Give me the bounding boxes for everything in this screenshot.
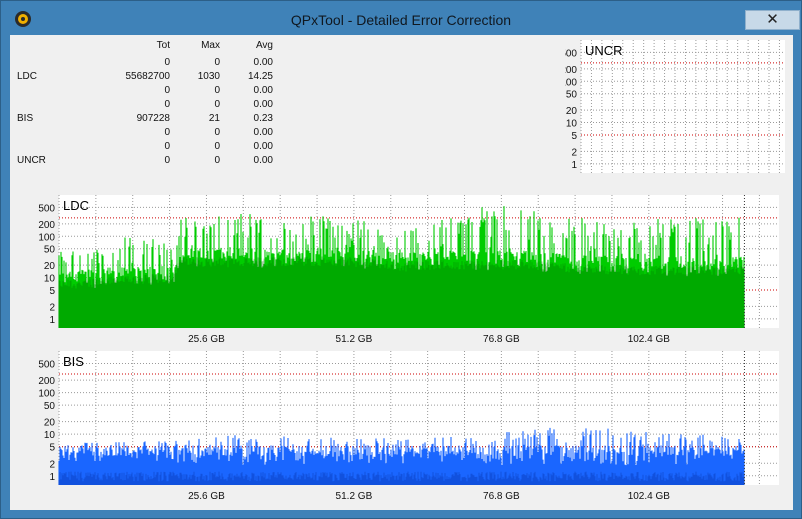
y-tick-label: 50 [566,90,578,101]
stats-cell-tot: 0 [164,141,170,152]
stats-table: Tot Max Avg 0 0 0.00 LDC 55682700 1030 14.25 0 0… [15,35,275,175]
y-tick-label: 2 [571,147,577,158]
y-tick-label: 500 [38,203,55,214]
stats-cell-avg: 0.00 [253,99,273,110]
stats-cell-avg: 14.25 [247,71,273,82]
stats-header-row: Tot Max Avg [15,40,275,53]
uncr-chart-svg: 500 200100 50 20 105 2 1 25.6 GB 51.2 GB 76.8 GB1… [565,40,785,180]
stats-cell-avg: 0.00 [253,141,273,152]
stats-row: 0 0 0.00 [15,99,275,112]
header-max: Max [201,40,220,51]
stats-cell-avg: 0.00 [253,85,273,96]
x-tick-label: 51.2 GB [646,179,683,180]
x-tick-label: 76.8 GB [483,334,520,345]
y-tick-label: 100 [38,232,55,243]
stats-row: 0 0 0.00 [15,127,275,140]
stats-cell-max: 0 [214,141,220,152]
y-tick-label: 1 [49,315,55,326]
y-tick-label: 5 [571,131,577,142]
y-tick-label: 2 [49,302,55,313]
stats-cell-max: 0 [214,57,220,68]
chart-title: BIS [63,354,84,369]
y-tick-label: 20 [44,418,56,429]
stats-cell-avg: 0.00 [253,155,273,166]
stats-cell-tot: 0 [164,127,170,138]
y-tick-label: 1 [49,472,55,483]
bis-chart: 500 200 100 50 20 10 5 2 1 25.6 GB 51.2 GB 76.8 GB 1… [16,349,779,505]
y-tick-label: 50 [44,401,56,412]
x-tick-label: 102.4 GB [628,491,671,502]
bis-chart-svg: 500 200 10050 2010 5 2 1 25.6 GB 51.2 GB 76.8 GB 1… [38,351,779,502]
y-tick-label: 100 [38,389,55,400]
title-bar[interactable]: QPxTool - Detailed Error Correction ✕ [1,1,801,35]
y-tick-label: 50 [44,245,56,256]
stats-row: 0 0 0.00 [15,57,275,70]
y-tick-label: 200 [565,65,577,76]
stats-row: 0 0 0.00 [15,141,275,154]
chart-title: UNCR [585,43,623,58]
y-tick-label: 10 [44,430,56,441]
y-tick-label: 200 [38,376,55,387]
stats-row: UNCR 0 0 0.00 [15,155,275,168]
stats-cell-label: UNCR [17,155,46,166]
y-tick-label: 10 [44,274,56,285]
stats-cell-max: 1030 [197,71,220,82]
x-tick-label: 51.2 GB [336,491,373,502]
y-tick-label: 1 [571,160,577,171]
chart-title: LDC [63,198,89,213]
stats-cell-tot: 55682700 [125,71,171,82]
x-tick-label: 76.8 GB [688,179,725,180]
stats-cell-label: BIS [17,113,34,124]
y-tick-label: 500 [565,48,577,59]
stats-cell-tot: 0 [164,57,170,68]
stats-cell-avg: 0.00 [253,57,273,68]
stats-cell-tot: 0 [164,85,170,96]
x-tick-label: 51.2 GB [336,334,373,345]
stats-cell-max: 0 [214,127,220,138]
stats-cell-label: LDC [17,71,38,82]
stats-cell-max: 21 [208,113,220,124]
stats-cell-max: 0 [214,99,220,110]
x-tick-label: 25.6 GB [188,491,225,502]
header-tot: Tot [156,40,170,51]
y-tick-label: 5 [49,443,55,454]
stats-cell-avg: 0.23 [253,113,273,124]
stats-cell-max: 0 [214,155,220,166]
x-tick-label: 76.8 GB [483,491,520,502]
x-tick-label: 25.6 GB [188,334,225,345]
stats-cell-avg: 0.00 [253,127,273,138]
ldc-chart: 500 200 100 50 20 10 5 2 1 25.6 GB 51.2 GB 76.8 GB 1… [16,193,779,347]
y-tick-label: 200 [38,220,55,231]
window-title: QPxTool - Detailed Error Correction [290,12,512,28]
y-tick-label: 2 [49,459,55,470]
x-tick-label: 102.4 GB [628,334,671,345]
y-tick-label: 500 [38,360,55,371]
y-tick-label: 20 [44,261,56,272]
main-window: QPxTool - Detailed Error Correction ✕ To… [0,0,802,519]
y-tick-label: 5 [49,286,55,297]
close-button[interactable]: ✕ [745,10,800,30]
x-tick-label: 25.6 GB [604,179,641,180]
x-tick-label: 102.4 GB [727,179,770,180]
ldc-chart-svg: 500 200100 50 20 105 2 1 25.6 GB 51.2 GB 76.8 GB 1… [38,195,779,345]
stats-row: LDC 55682700 1030 14.25 [15,71,275,84]
header-avg: Avg [255,40,273,51]
stats-cell-tot: 0 [164,99,170,110]
y-tick-label: 100 [565,77,577,88]
stats-row: BIS 907228 21 0.23 [15,113,275,126]
stats-cell-tot: 907228 [136,113,170,124]
stats-cell-tot: 0 [164,155,170,166]
y-tick-label: 20 [566,106,578,117]
stats-cell-max: 0 [214,85,220,96]
client-area: Tot Max Avg 0 0 0.00 LDC 55682700 1030 14.25 0 0… [10,35,793,510]
plot-area [581,40,785,173]
stats-row: 0 0 0.00 [15,85,275,98]
y-tick-label: 10 [566,119,578,130]
uncr-chart: 500 200100 50 20 105 2 1 25.6 GB 51.2 GB 76.8 GB1… [565,40,785,180]
